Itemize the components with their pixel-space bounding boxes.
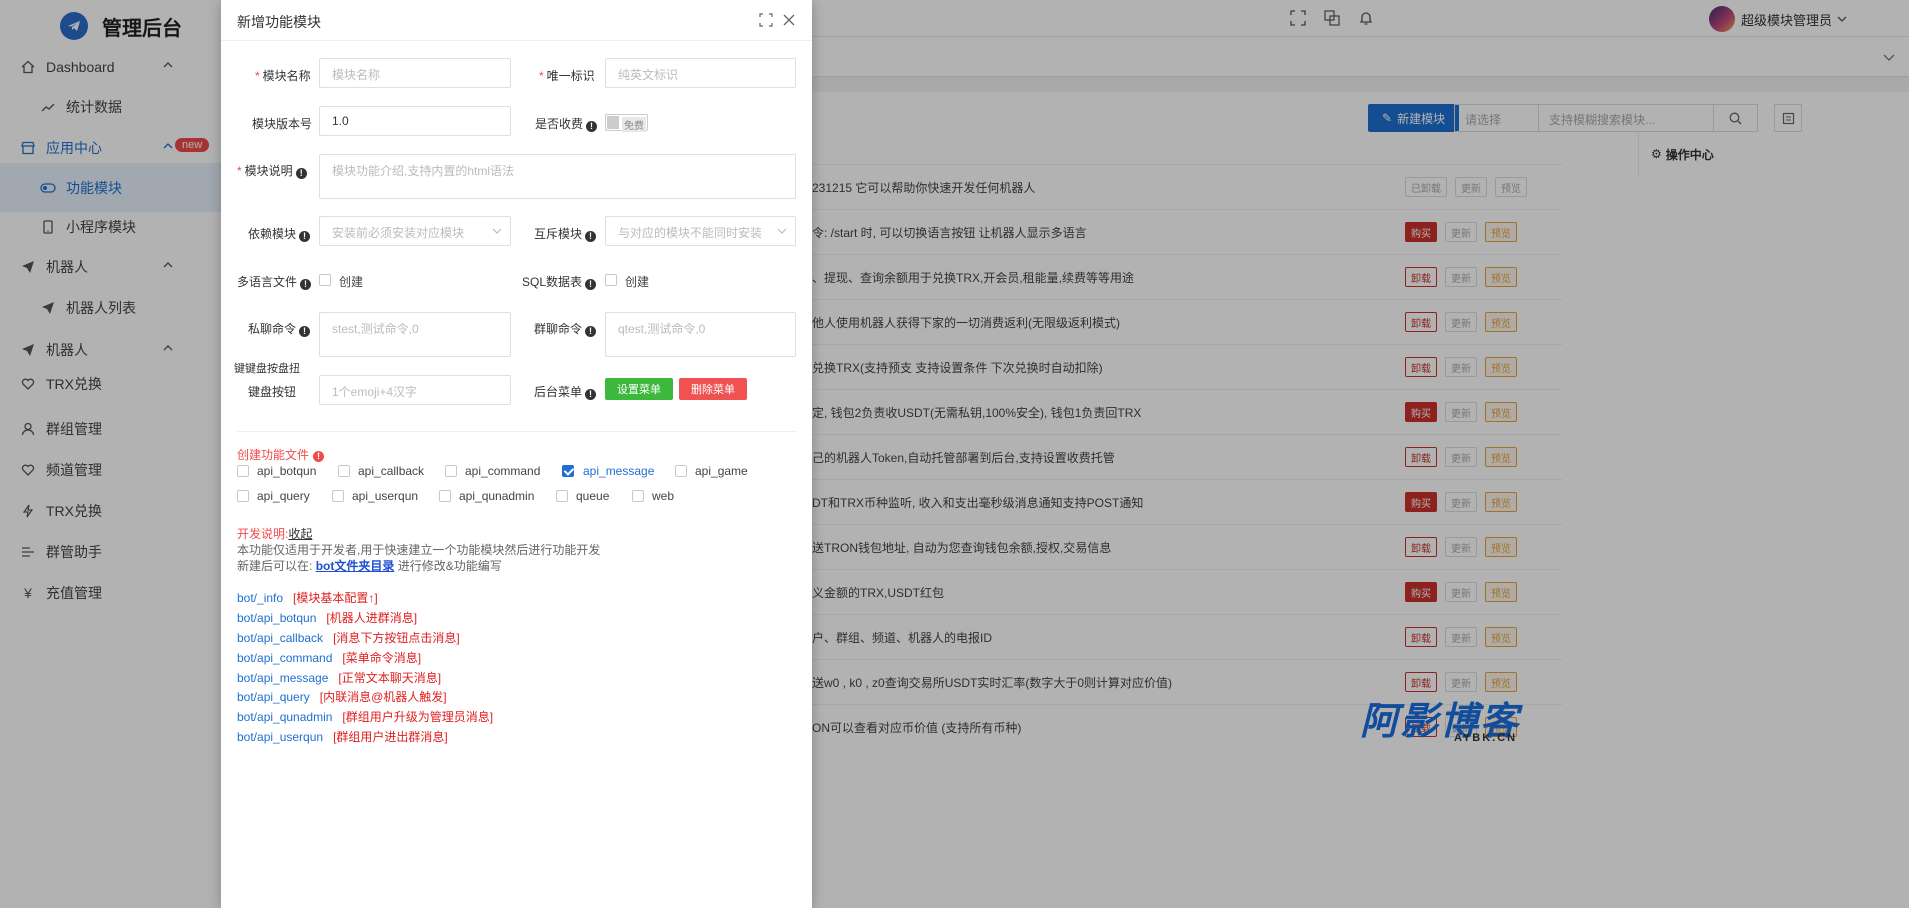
maximize-icon[interactable] (759, 13, 773, 27)
file-doc-row: bot/api_command [菜单命令消息] (237, 651, 422, 665)
lang-label: 多语言文件! (237, 273, 312, 290)
chevron-down-icon (777, 228, 787, 234)
file-checkbox-queue[interactable] (556, 490, 568, 502)
group-cmd-textarea[interactable]: qtest,测试命令,0 (605, 312, 796, 357)
help-icon: ! (585, 326, 597, 337)
dep-label: 依赖模块! (248, 225, 311, 242)
switch-knob (607, 116, 619, 129)
private-cmd-textarea[interactable]: stest,测试命令,0 (319, 312, 511, 357)
close-icon[interactable] (782, 13, 796, 27)
file-doc-row: bot/api_message [正常文本聊天消息] (237, 671, 442, 685)
dep-select[interactable]: 安装前必须安装对应模块 (319, 216, 511, 246)
file-doc-row: bot/api_qunadmin [群组用户升级为管理员消息] (237, 710, 494, 724)
file-checkbox-label: api_game (695, 464, 748, 478)
lang-checkbox-label: 创建 (339, 275, 364, 289)
paid-switch[interactable]: 免费 (605, 114, 648, 132)
name-input[interactable]: 模块名称 (319, 58, 511, 88)
help-icon: ! (299, 231, 311, 242)
collapse-link[interactable]: 收起 (288, 527, 312, 541)
file-checkbox-api-qunadmin[interactable] (439, 490, 451, 502)
chevron-down-icon (492, 228, 502, 234)
alert-icon: ! (313, 451, 325, 462)
sql-checkbox[interactable] (605, 274, 617, 286)
help-icon: ! (585, 389, 597, 400)
sql-checkbox-label: 创建 (625, 275, 650, 289)
keyboard-input[interactable]: 1个emoji+4汉字 (319, 375, 511, 405)
file-checkbox-label: api_query (257, 489, 310, 503)
set-menu-button[interactable]: 设置菜单 (605, 378, 673, 400)
private-cmd-label: 私聊命令! (248, 320, 311, 337)
help-icon: ! (295, 168, 307, 179)
conflict-label: 互斥模块! (534, 225, 597, 242)
file-checkbox-label: api_botqun (257, 464, 317, 478)
file-checkbox-label: api_command (465, 464, 541, 478)
file-doc-row: bot/api_botqun [机器人进群消息] (237, 611, 418, 625)
add-module-dialog: 新增功能模块 * 模块名称 模块名称 * 唯一标识 纯英文标识 模块版本号 1.0 … (221, 0, 812, 908)
dialog-header: 新增功能模块 (221, 0, 812, 41)
help-icon: ! (586, 121, 598, 132)
help-icon: ! (585, 231, 597, 242)
lang-checkbox[interactable] (319, 274, 331, 286)
sql-label: SQL数据表! (522, 273, 597, 290)
file-checkbox-api-callback[interactable] (338, 465, 350, 477)
file-checkbox-api-query[interactable] (237, 490, 249, 502)
file-checkbox-api-botqun[interactable] (237, 465, 249, 477)
file-doc-row: bot/api_userqun [群组用户进出群消息] (237, 730, 448, 744)
menu-label: 后台菜单! (534, 383, 597, 400)
file-checkbox-label: api_qunadmin (459, 489, 535, 503)
uid-input[interactable]: 纯英文标识 (605, 58, 796, 88)
group-cmd-label: 群聊命令! (534, 320, 597, 337)
file-doc-row: bot/_info [模块基本配置↑] (237, 591, 378, 605)
file-checkbox-web[interactable] (632, 490, 644, 502)
keyboard-label: 键盘按钮 (248, 385, 297, 399)
help-icon: ! (300, 279, 312, 290)
file-checkbox-label: web (652, 489, 675, 503)
file-checkbox-api-message[interactable] (562, 465, 574, 477)
dev-notes-title: 开发说明:收起 (237, 527, 313, 541)
help-icon: ! (585, 279, 597, 290)
file-checkbox-label: api_userqun (352, 489, 419, 503)
dialog-title: 新增功能模块 (237, 14, 321, 30)
create-files-title: 创建功能文件! (237, 446, 325, 463)
desc-label: * 模块说明! (237, 162, 307, 179)
file-doc-row: bot/api_callback [消息下方按钮点击消息] (237, 631, 460, 645)
name-label: * 模块名称 (255, 69, 311, 83)
help-icon: ! (299, 326, 311, 337)
file-checkbox-api-userqun[interactable] (332, 490, 344, 502)
keyboard-heading: 键键盘按盘扭 (234, 363, 300, 375)
bot-folder-link[interactable]: bot文件夹目录 (316, 559, 395, 573)
file-doc-row: bot/api_query [内联消息@机器人触发] (237, 690, 447, 704)
version-label: 模块版本号 (252, 117, 313, 131)
file-checkbox-label: api_callback (358, 464, 425, 478)
file-checkbox-api-game[interactable] (675, 465, 687, 477)
file-checkbox-api-command[interactable] (445, 465, 457, 477)
divider (237, 431, 796, 432)
dev-notes-line1: 本功能仅适用于开发者,用于快速建立一个功能模块然后进行功能开发 (237, 543, 601, 557)
uid-label: * 唯一标识 (539, 69, 595, 83)
paid-switch-text: 免费 (622, 117, 646, 132)
conflict-select[interactable]: 与对应的模块不能同时安装 (605, 216, 796, 246)
desc-textarea[interactable]: 模块功能介绍,支持内置的html语法 (319, 154, 796, 199)
delete-menu-button[interactable]: 删除菜单 (679, 378, 747, 400)
file-checkbox-label: api_message (583, 464, 655, 478)
paid-label: 是否收费! (535, 115, 598, 132)
dev-notes-line2: 新建后可以在: bot文件夹目录 进行修改&功能编写 (237, 559, 502, 573)
version-input[interactable]: 1.0 (319, 106, 511, 136)
file-checkbox-label: queue (576, 489, 610, 503)
